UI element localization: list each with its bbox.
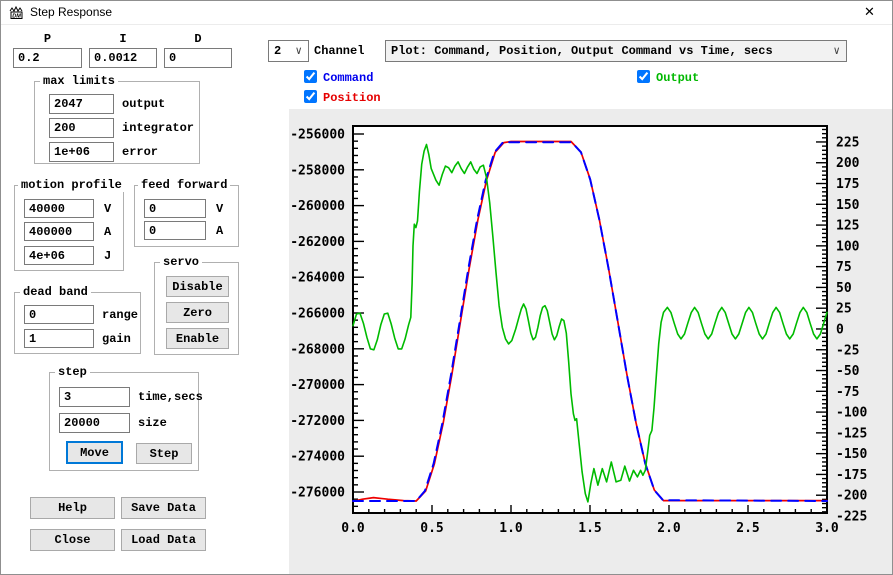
step-size-label: size [138, 416, 167, 430]
window-title: Step Response [30, 5, 113, 19]
max-output-field[interactable] [49, 94, 114, 114]
profile-acceleration-label: A [104, 225, 112, 239]
servo-enable-button[interactable]: Enable [166, 328, 229, 349]
profile-acceleration-field[interactable] [24, 222, 94, 241]
motion-profile-title: motion profile [18, 178, 125, 192]
close-icon[interactable]: ✕ [847, 1, 892, 23]
save-data-button[interactable]: Save Data [121, 497, 206, 519]
profile-velocity-label: V [104, 202, 112, 216]
chevron-down-icon: ∨ [295, 46, 302, 58]
profile-jerk-label: J [104, 249, 112, 263]
deadband-range-field[interactable] [24, 305, 94, 324]
dead-band-group: dead band range gain [14, 285, 141, 354]
step-group: step time,secs size Move Step [49, 365, 203, 471]
step-response-window: DM Step Response ✕ P I D max limits outp… [0, 0, 893, 575]
legend-checkbox-position[interactable] [304, 90, 317, 103]
close-button[interactable]: Close [30, 529, 115, 551]
feed-forward-title: feed forward [138, 178, 231, 192]
max-integrator-field[interactable] [49, 118, 114, 138]
ff-acceleration-field[interactable] [144, 221, 206, 240]
i-field[interactable] [89, 48, 157, 68]
help-button[interactable]: Help [30, 497, 115, 519]
ff-acceleration-label: A [216, 224, 224, 238]
max-output-label: output [122, 97, 166, 111]
max-error-field[interactable] [49, 142, 114, 162]
ff-velocity-field[interactable] [144, 199, 206, 218]
dead-band-title: dead band [20, 285, 91, 299]
max-limits-title: max limits [40, 74, 119, 88]
step-time-field[interactable] [59, 387, 130, 407]
channel-value: 2 [274, 44, 282, 58]
legend-label-position: Position [323, 91, 381, 105]
step-time-label: time,secs [138, 390, 203, 404]
deadband-gain-field[interactable] [24, 329, 94, 348]
chevron-down-icon: ∨ [833, 46, 840, 58]
deadband-gain-label: gain [102, 332, 131, 346]
servo-disable-button[interactable]: Disable [166, 276, 229, 297]
legend-label-output: Output [656, 71, 700, 85]
servo-title: servo [160, 255, 203, 269]
titlebar: DM Step Response ✕ [1, 1, 892, 25]
move-button[interactable]: Move [66, 441, 123, 464]
motion-profile-group: motion profile V A J [14, 178, 125, 271]
feed-forward-group: feed forward V A [134, 178, 239, 247]
app-monogram: DM [12, 13, 21, 19]
app-icon: DM [9, 5, 24, 20]
step-button[interactable]: Step [136, 443, 192, 464]
step-size-field[interactable] [59, 413, 130, 433]
p-label: P [43, 32, 52, 46]
legend-checkbox-command[interactable] [304, 70, 317, 83]
p-field[interactable] [13, 48, 82, 68]
servo-group: servo Disable Zero Enable [154, 255, 239, 355]
d-field[interactable] [164, 48, 232, 68]
deadband-range-label: range [102, 308, 139, 322]
profile-jerk-field[interactable] [24, 246, 94, 265]
load-data-button[interactable]: Load Data [121, 529, 206, 551]
plot-select[interactable]: Plot: Command, Position, Output Command … [385, 40, 847, 62]
plot-select-value: Plot: Command, Position, Output Command … [391, 44, 773, 58]
max-integrator-label: integrator [122, 121, 195, 135]
max-error-label: error [122, 145, 159, 159]
servo-zero-button[interactable]: Zero [166, 302, 229, 323]
profile-velocity-field[interactable] [24, 199, 94, 218]
d-label: D [194, 32, 202, 46]
ff-velocity-label: V [216, 202, 224, 216]
channel-select[interactable]: 2 ∨ [268, 40, 309, 62]
channel-label: Channel [314, 44, 365, 58]
max-limits-group: max limits output integrator error [34, 74, 200, 164]
legend-checkbox-output[interactable] [637, 70, 650, 83]
legend-label-command: Command [323, 71, 374, 85]
step-title: step [55, 365, 90, 379]
i-label: I [119, 32, 127, 46]
plot-panel [289, 109, 892, 574]
